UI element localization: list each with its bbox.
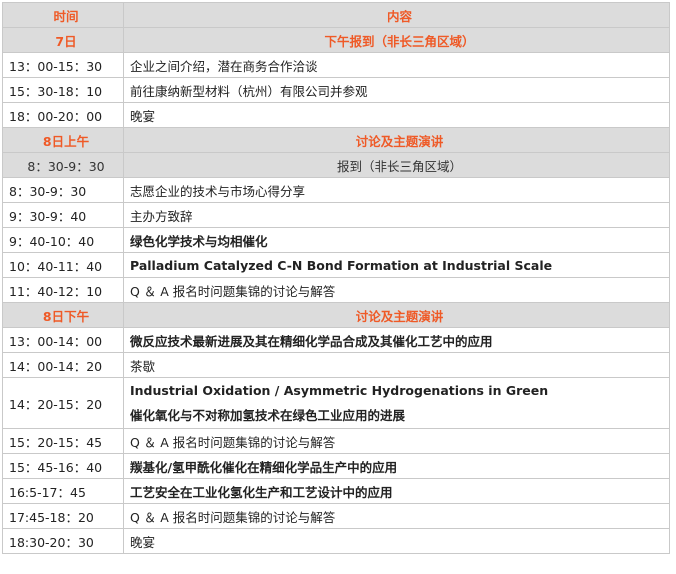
section-header-row: 8日下午 讨论及主题演讲: [2, 302, 670, 328]
time-cell: 9：30-9：40: [2, 202, 124, 228]
content-cell: 工艺安全在工业化氢化生产和工艺设计中的应用: [123, 478, 670, 504]
table-row: 9：40-10：40 绿色化学技术与均相催化: [2, 227, 670, 253]
content-cell: 茶歇: [123, 352, 670, 378]
table-row: 14：00-14：20 茶歇: [2, 352, 670, 378]
content-cell: Q ＆ A 报名时问题集锦的讨论与解答: [123, 277, 670, 303]
content-cell: 晚宴: [123, 528, 670, 554]
time-cell: 10：40-11：40: [2, 252, 124, 278]
time-cell: 16:5-17：45: [2, 478, 124, 504]
table-row: 16:5-17：45 工艺安全在工业化氢化生产和工艺设计中的应用: [2, 478, 670, 504]
time-cell: 8：30-9：30: [2, 152, 124, 178]
time-cell: 8：30-9：30: [2, 177, 124, 203]
time-cell: 11：40-12：10: [2, 277, 124, 303]
table-row: 17:45-18：20 Q ＆ A 报名时问题集锦的讨论与解答: [2, 503, 670, 529]
table-row: 14：20-15：20 Industrial Oxidation / Asymme…: [2, 377, 670, 429]
time-cell: 7日: [2, 27, 124, 53]
content-line: 催化氧化与不对称加氢技术在绿色工业应用的进展: [130, 408, 406, 423]
content-cell: Palladium Catalyzed C-N Bond Formation a…: [123, 252, 670, 278]
table-row: 10：40-11：40 Palladium Catalyzed C-N Bond …: [2, 252, 670, 278]
time-cell: 8日上午: [2, 127, 124, 153]
time-cell: 18：00-20：00: [2, 102, 124, 128]
content-cell: 主办方致辞: [123, 202, 670, 228]
content-line: Industrial Oxidation / Asymmetric Hydrog…: [130, 383, 549, 398]
time-cell: 14：20-15：20: [2, 377, 124, 429]
time-cell: 18:30-20：30: [2, 528, 124, 554]
subheader-row: 8：30-9：30 报到（非长三角区域）: [2, 152, 670, 178]
time-cell: 14：00-14：20: [2, 352, 124, 378]
table-header-row: 时间 内容: [2, 2, 670, 28]
content-cell: 下午报到（非长三角区域）: [123, 27, 670, 53]
time-cell: 9：40-10：40: [2, 227, 124, 253]
content-cell: Q ＆ A 报名时问题集锦的讨论与解答: [123, 503, 670, 529]
content-cell: Q ＆ A 报名时问题集锦的讨论与解答: [123, 428, 670, 454]
time-cell: 17:45-18：20: [2, 503, 124, 529]
content-cell: 绿色化学技术与均相催化: [123, 227, 670, 253]
content-cell: 微反应技术最新进展及其在精细化学品合成及其催化工艺中的应用: [123, 327, 670, 353]
schedule-table: 时间 内容 7日 下午报到（非长三角区域） 13：00-15：30 企业之间介绍，潜在…: [2, 2, 670, 554]
table-row: 15：30-18：10 前往康纳新型材料（杭州）有限公司并参观: [2, 77, 670, 103]
content-cell: 报到（非长三角区域）: [123, 152, 670, 178]
table-row: 18:30-20：30 晚宴: [2, 528, 670, 554]
table-row: 11：40-12：10 Q ＆ A 报名时问题集锦的讨论与解答: [2, 277, 670, 303]
time-cell: 13：00-15：30: [2, 52, 124, 78]
content-cell: 志愿企业的技术与市场心得分享: [123, 177, 670, 203]
section-header-row: 8日上午 讨论及主题演讲: [2, 127, 670, 153]
time-cell: 15：45-16：40: [2, 453, 124, 479]
content-cell: 讨论及主题演讲: [123, 302, 670, 328]
content-cell: 羰基化/氢甲酰化催化在精细化学品生产中的应用: [123, 453, 670, 479]
content-cell: 晚宴: [123, 102, 670, 128]
content-cell: 讨论及主题演讲: [123, 127, 670, 153]
table-row: 13：00-14：00 微反应技术最新进展及其在精细化学品合成及其催化工艺中的应用: [2, 327, 670, 353]
time-cell: 13：00-14：00: [2, 327, 124, 353]
content-cell: Industrial Oxidation / Asymmetric Hydrog…: [123, 377, 670, 429]
time-cell: 15：20-15：45: [2, 428, 124, 454]
content-cell: 前往康纳新型材料（杭州）有限公司并参观: [123, 77, 670, 103]
table-row: 15：45-16：40 羰基化/氢甲酰化催化在精细化学品生产中的应用: [2, 453, 670, 479]
table-row: 8：30-9：30 志愿企业的技术与市场心得分享: [2, 177, 670, 203]
time-column-header: 时间: [2, 2, 124, 28]
table-row: 18：00-20：00 晚宴: [2, 102, 670, 128]
table-row: 9：30-9：40 主办方致辞: [2, 202, 670, 228]
table-row: 13：00-15：30 企业之间介绍，潜在商务合作洽谈: [2, 52, 670, 78]
time-cell: 8日下午: [2, 302, 124, 328]
content-column-header: 内容: [123, 2, 670, 28]
section-header-row: 7日 下午报到（非长三角区域）: [2, 27, 670, 53]
content-cell: 企业之间介绍，潜在商务合作洽谈: [123, 52, 670, 78]
time-cell: 15：30-18：10: [2, 77, 124, 103]
table-row: 15：20-15：45 Q ＆ A 报名时问题集锦的讨论与解答: [2, 428, 670, 454]
schedule-container: 时间 内容 7日 下午报到（非长三角区域） 13：00-15：30 企业之间介绍，潜在…: [2, 2, 670, 554]
